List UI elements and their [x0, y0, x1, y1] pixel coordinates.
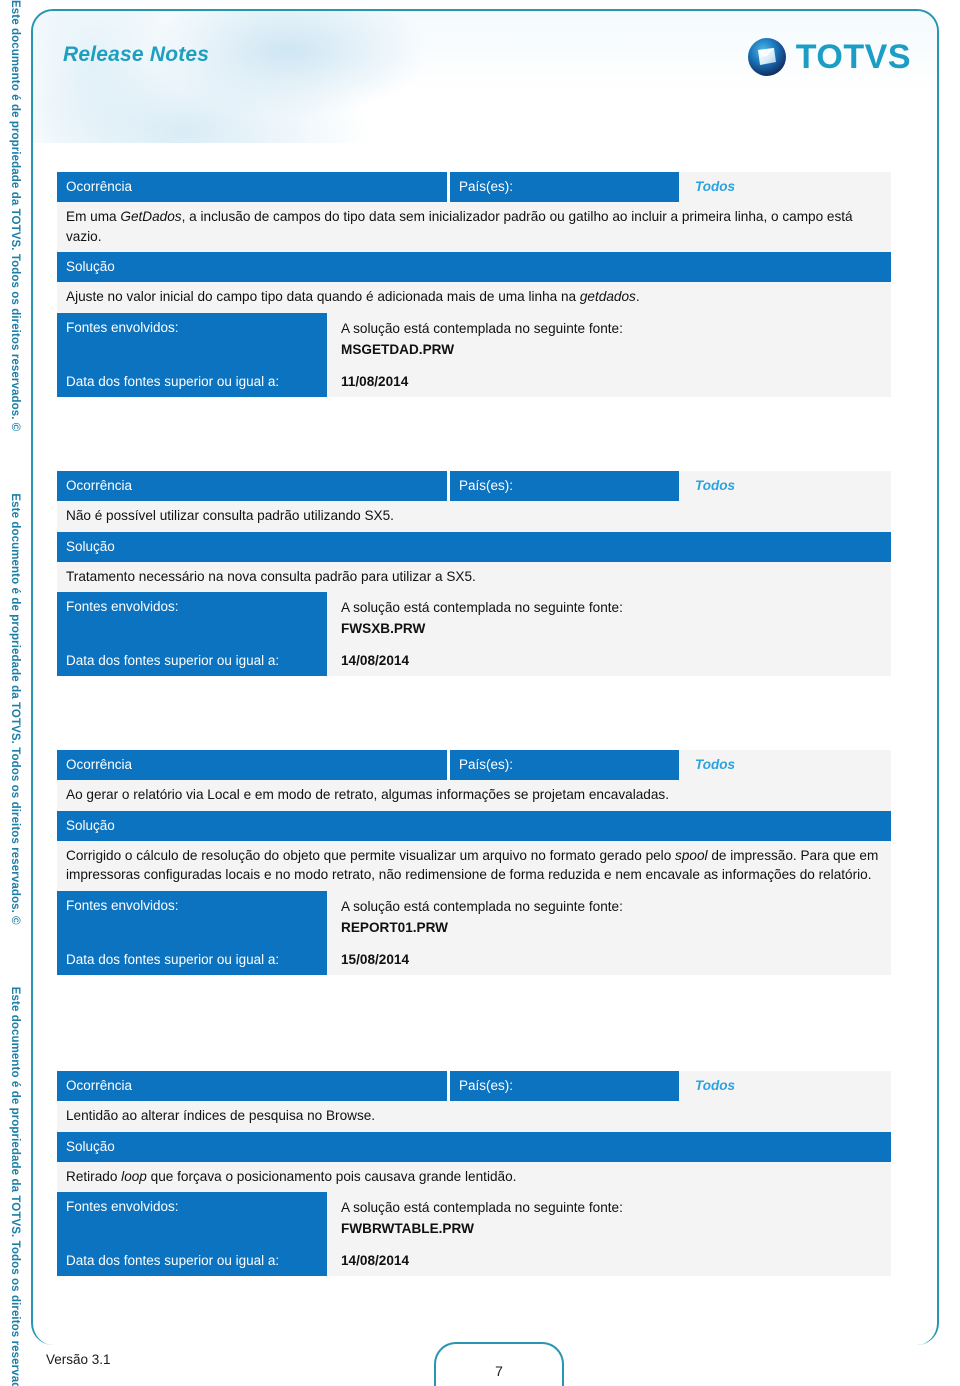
date-value: 15/08/2014: [327, 944, 891, 975]
sources-value: A solução está contemplada no seguinte f…: [327, 890, 891, 945]
source-file-name: FWBRWTABLE.PRW: [341, 1221, 474, 1236]
sources-label: Fontes envolvidos:: [57, 312, 327, 367]
date-row: Data dos fontes superior ou igual a: 11/0…: [57, 366, 891, 397]
date-label: Data dos fontes superior ou igual a:: [57, 1246, 327, 1276]
date-row: Data dos fontes superior ou igual a: 15/0…: [57, 944, 891, 975]
side-copyright-line: Este documento é de propriedade da TOTVS…: [9, 986, 21, 1386]
source-intro-text: A solução está contemplada no seguinte f…: [341, 1200, 623, 1215]
page-title: Release Notes: [63, 43, 210, 66]
source-file-name: MSGETDAD.PRW: [341, 341, 455, 357]
source-file-name: FWSXB.PRW: [341, 621, 426, 636]
block-header-row: Ocorrência País(es): Todos: [57, 172, 891, 202]
sources-label: Fontes envolvidos:: [57, 1192, 327, 1246]
sources-label: Fontes envolvidos:: [57, 592, 327, 646]
countries-value: Todos: [679, 750, 891, 780]
page-number: 7: [495, 1363, 503, 1379]
solution-text: Tratamento necessário na nova consulta p…: [57, 561, 891, 592]
sources-row: Fontes envolvidos: A solução está contemp…: [57, 890, 891, 945]
sources-row: Fontes envolvidos: A solução está contemp…: [57, 312, 891, 367]
occurrence-label: Ocorrência: [57, 750, 447, 780]
countries-label: País(es):: [450, 1071, 679, 1101]
countries-label: País(es):: [450, 750, 679, 780]
source-file-name: REPORT01.PRW: [341, 919, 449, 935]
solution-text: Ajuste no valor inicial do campo tipo da…: [57, 282, 891, 313]
date-row: Data dos fontes superior ou igual a: 14/0…: [57, 646, 891, 676]
source-intro-text: A solução está contemplada no seguinte f…: [341, 898, 623, 914]
side-copyright-strip: Este documento é de propriedade da TOTVS…: [0, 0, 30, 1386]
release-note-block: Ocorrência País(es): Todos Ao gerar o relat…: [57, 750, 891, 975]
date-label: Data dos fontes superior ou igual a:: [57, 646, 327, 676]
date-label: Data dos fontes superior ou igual a:: [57, 366, 327, 397]
document-header: Release Notes TOTVS: [33, 11, 937, 143]
source-intro-text: A solução está contemplada no seguinte f…: [341, 600, 623, 615]
sources-row: Fontes envolvidos: A solução está contemp…: [57, 592, 891, 646]
countries-value: Todos: [679, 471, 891, 501]
release-notes-page: Este documento é de propriedade da TOTVS…: [0, 0, 960, 1386]
block-header-row: Ocorrência País(es): Todos: [57, 471, 891, 501]
countries-value: Todos: [679, 172, 891, 202]
solution-label: Solução: [57, 810, 891, 841]
date-value: 11/08/2014: [327, 366, 891, 397]
occurrence-text: Não é possível utilizar consulta padrão …: [57, 501, 891, 532]
totvs-logo: TOTVS: [747, 37, 911, 77]
solution-text: Retirado loop que forçava o posicionamen…: [57, 1161, 891, 1192]
date-value: 14/08/2014: [327, 1246, 891, 1276]
countries-label: País(es):: [450, 471, 679, 501]
side-copyright-text: Este documento é de propriedade da TOTVS…: [8, 0, 22, 1386]
totvs-sphere-icon: [747, 38, 786, 76]
sources-value: A solução está contemplada no seguinte f…: [327, 592, 891, 646]
solution-text: Corrigido o cálculo de resolução do obje…: [57, 840, 891, 891]
solution-label: Solução: [57, 531, 891, 562]
solution-label: Solução: [57, 1131, 891, 1162]
occurrence-label: Ocorrência: [57, 172, 447, 202]
occurrence-text: Lentidão ao alterar índices de pesquisa …: [57, 1101, 891, 1132]
release-note-block: Ocorrência País(es): Todos Lentidão ao alte…: [57, 1071, 891, 1276]
date-value: 14/08/2014: [327, 646, 891, 676]
occurrence-label: Ocorrência: [57, 1071, 447, 1101]
release-note-block: Ocorrência País(es): Todos Não é possível u…: [57, 471, 891, 676]
occurrence-text: Em uma GetDados, a inclusão de campos do…: [57, 202, 891, 252]
sources-label: Fontes envolvidos:: [57, 890, 327, 945]
sources-row: Fontes envolvidos: A solução está contemp…: [57, 1192, 891, 1246]
countries-value: Todos: [679, 1071, 891, 1101]
sources-value: A solução está contemplada no seguinte f…: [327, 1192, 891, 1246]
date-label: Data dos fontes superior ou igual a:: [57, 944, 327, 975]
side-copyright-line: Este documento é de propriedade da TOTVS…: [9, 0, 21, 432]
footer-version: Versão 3.1: [46, 1352, 111, 1367]
release-note-block: Ocorrência País(es): Todos Em uma GetDados,…: [57, 172, 891, 397]
sources-value: A solução está contemplada no seguinte f…: [327, 312, 891, 367]
block-header-row: Ocorrência País(es): Todos: [57, 750, 891, 780]
totvs-wordmark: TOTVS: [795, 38, 911, 76]
countries-label: País(es):: [450, 172, 679, 202]
occurrence-label: Ocorrência: [57, 471, 447, 501]
date-row: Data dos fontes superior ou igual a: 14/0…: [57, 1246, 891, 1276]
page-number-badge: 7: [434, 1342, 564, 1386]
solution-label: Solução: [57, 252, 891, 282]
source-intro-text: A solução está contemplada no seguinte f…: [341, 320, 623, 336]
side-copyright-line: Este documento é de propriedade da TOTVS…: [9, 493, 21, 925]
occurrence-text: Ao gerar o relatório via Local e em modo…: [57, 780, 891, 811]
block-header-row: Ocorrência País(es): Todos: [57, 1071, 891, 1101]
